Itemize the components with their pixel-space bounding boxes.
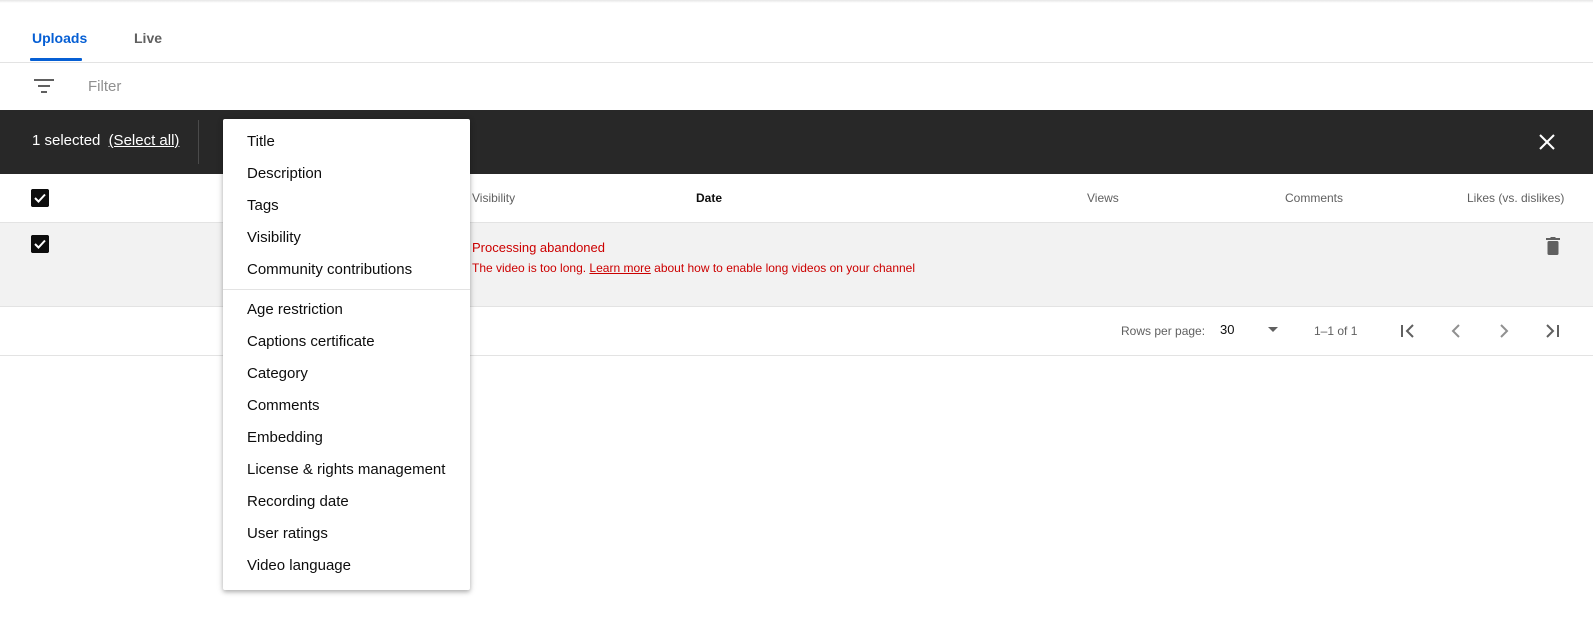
column-visibility[interactable]: Visibility: [472, 191, 515, 205]
menu-item-video-language[interactable]: Video language: [223, 550, 470, 580]
menu-item-community-contributions[interactable]: Community contributions: [223, 254, 470, 284]
processing-status: Processing abandoned: [472, 240, 605, 255]
column-date[interactable]: Date: [696, 191, 722, 205]
tab-live[interactable]: Live: [134, 30, 162, 46]
menu-item-category[interactable]: Category: [223, 358, 470, 388]
active-tab-indicator: [30, 58, 82, 61]
select-all-link[interactable]: (Select all): [109, 132, 180, 149]
menu-item-label: Category: [247, 365, 308, 382]
menu-item-comments[interactable]: Comments: [223, 390, 470, 420]
error-message-suffix: about how to enable long videos on your …: [654, 261, 915, 275]
error-message: The video is too long.: [472, 261, 587, 275]
menu-item-embedding[interactable]: Embedding: [223, 422, 470, 452]
tab-bar: Uploads Live: [0, 0, 1593, 63]
trash-icon[interactable]: [1546, 237, 1560, 255]
select-all-checkbox[interactable]: [31, 189, 49, 207]
column-likes[interactable]: Likes (vs. dislikes): [1467, 191, 1564, 205]
menu-item-label: Comments: [247, 397, 320, 414]
column-comments[interactable]: Comments: [1285, 191, 1343, 205]
menu-item-label: Age restriction: [247, 301, 343, 318]
edit-field-menu: Title Description Tags Visibility Commun…: [223, 119, 470, 590]
menu-item-captions-certificate[interactable]: Captions certificate: [223, 326, 470, 356]
selection-divider: [198, 120, 199, 164]
menu-item-age-restriction[interactable]: Age restriction: [223, 294, 470, 324]
menu-item-label: Tags: [247, 197, 279, 214]
menu-item-label: Recording date: [247, 493, 349, 510]
learn-more-link[interactable]: Learn more: [589, 261, 650, 275]
rows-per-page-label: Rows per page:: [1121, 324, 1206, 338]
menu-item-label: Title: [247, 133, 275, 150]
last-page-icon[interactable]: [1540, 319, 1564, 343]
menu-item-description[interactable]: Description: [223, 158, 470, 188]
filter-icon[interactable]: [34, 77, 54, 95]
menu-item-label: Description: [247, 165, 323, 182]
menu-item-title[interactable]: Title: [223, 126, 470, 156]
menu-divider: [223, 289, 470, 290]
filter-input[interactable]: [88, 76, 488, 96]
menu-item-label: User ratings: [247, 525, 328, 542]
menu-item-license-rights[interactable]: License & rights management: [223, 454, 470, 484]
processing-error-detail: The video is too long. Learn more about …: [472, 261, 915, 275]
menu-item-visibility[interactable]: Visibility: [223, 222, 470, 252]
caret-down-icon: [1268, 327, 1278, 332]
close-icon[interactable]: [1538, 133, 1556, 151]
next-page-icon[interactable]: [1492, 319, 1516, 343]
menu-item-user-ratings[interactable]: User ratings: [223, 518, 470, 548]
menu-item-tags[interactable]: Tags: [223, 190, 470, 220]
menu-item-recording-date[interactable]: Recording date: [223, 486, 470, 516]
menu-item-label: Visibility: [247, 229, 301, 246]
menu-item-label: Captions certificate: [247, 333, 375, 350]
menu-item-label: Embedding: [247, 429, 323, 446]
menu-item-label: Community contributions: [247, 261, 413, 278]
menu-item-label: License & rights management: [247, 461, 446, 478]
filter-bar: [0, 63, 1593, 110]
rows-per-page-select[interactable]: 30: [1220, 319, 1282, 341]
selected-count: 1 selected: [32, 132, 101, 149]
previous-page-icon[interactable]: [1444, 319, 1468, 343]
rows-per-page-value: 30: [1220, 322, 1235, 337]
menu-item-label: Video language: [247, 557, 351, 574]
selection-summary: 1 selected (Select all): [32, 132, 179, 149]
first-page-icon[interactable]: [1396, 319, 1420, 343]
page-range: 1–1 of 1: [1314, 324, 1358, 338]
tab-uploads[interactable]: Uploads: [32, 30, 87, 46]
row-checkbox[interactable]: [31, 235, 49, 253]
column-views[interactable]: Views: [1087, 191, 1119, 205]
